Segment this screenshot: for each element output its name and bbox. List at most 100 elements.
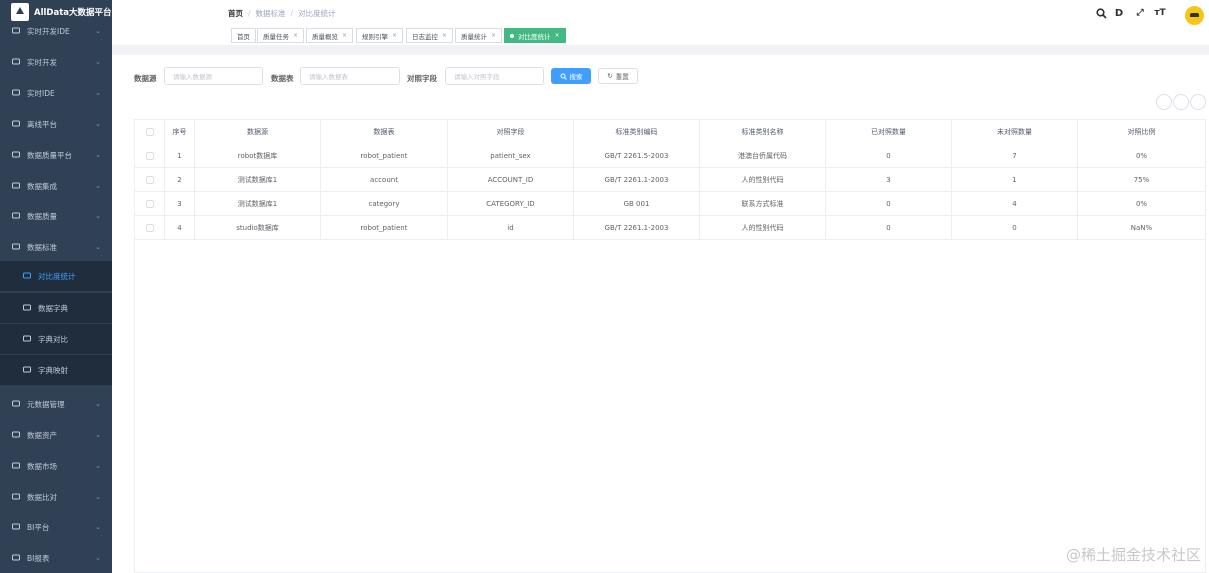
table-cell: 0 bbox=[952, 216, 1078, 240]
sidebar-item[interactable]: 实时IDE ⌄ bbox=[0, 78, 112, 108]
tag[interactable]: 质量任务 × bbox=[257, 28, 305, 43]
sidebar-item[interactable]: 元数据管理 ⌄ bbox=[0, 389, 112, 419]
column-header[interactable]: 标准类别名称 bbox=[700, 120, 826, 144]
sidebar-item-label: 字典对比 bbox=[38, 334, 68, 344]
checkbox-cell bbox=[135, 120, 165, 144]
chevron-down-icon: ⌄ bbox=[95, 523, 101, 531]
sidebar-item[interactable]: 字典对比 bbox=[0, 324, 112, 354]
tag-label: 日志监控 bbox=[412, 32, 438, 41]
sidebar-item[interactable]: 字典映射 bbox=[0, 355, 112, 385]
sidebar-item-label: 实时开发IDE bbox=[27, 26, 70, 36]
row-checkbox[interactable] bbox=[145, 200, 154, 208]
table-cell: 联系方式标准 bbox=[700, 192, 826, 216]
row-checkbox[interactable] bbox=[145, 224, 154, 232]
sidebar-item[interactable]: 数据质量平台 ⌄ bbox=[0, 140, 112, 170]
sidebar-item[interactable]: 数据市场 ⌄ bbox=[0, 451, 112, 481]
table-cell: account bbox=[321, 168, 448, 192]
watermark: @稀土掘金技术社区 bbox=[1065, 546, 1201, 564]
chevron-down-icon: ⌄ bbox=[95, 120, 101, 128]
table-cell: 0 bbox=[826, 144, 952, 168]
chevron-down-icon: ⌄ bbox=[95, 243, 101, 251]
checkbox-cell bbox=[135, 168, 165, 192]
sidebar-item-label: 数据标准 bbox=[27, 242, 57, 252]
hide-search-button[interactable] bbox=[1156, 94, 1172, 110]
sidebar-item-label: 实时IDE bbox=[27, 88, 55, 98]
sidebar-icon bbox=[11, 400, 20, 409]
table-cell: 7 bbox=[952, 144, 1078, 168]
row-checkbox[interactable] bbox=[145, 152, 154, 160]
table-row: 1 robot数据库 robot_patient patient_sex GB/T 22… bbox=[135, 144, 1205, 168]
column-header[interactable]: 对照字段 bbox=[448, 120, 574, 144]
field-input[interactable]: 请输入对照字段 bbox=[445, 67, 544, 85]
sidebar-item[interactable]: 数据比对 ⌄ bbox=[0, 482, 112, 512]
fullscreen-icon[interactable]: ⤢ bbox=[1134, 7, 1146, 19]
sidebar-item[interactable]: 对比度统计 bbox=[0, 261, 112, 291]
columns-button[interactable] bbox=[1190, 94, 1206, 110]
search-button[interactable]: 搜索 bbox=[551, 68, 591, 84]
chevron-down-icon: ⌄ bbox=[95, 89, 101, 97]
sidebar-icon bbox=[11, 89, 20, 98]
sidebar-item[interactable]: BI报表 ⌄ bbox=[0, 543, 112, 573]
sidebar-item[interactable]: 数据字典 bbox=[0, 293, 112, 323]
column-header[interactable]: 数据源 bbox=[195, 120, 321, 144]
close-icon[interactable]: × bbox=[555, 32, 560, 39]
font-size-icon[interactable]: тT bbox=[1154, 7, 1166, 19]
sidebar-item[interactable]: 数据质量 ⌄ bbox=[0, 201, 112, 231]
tag[interactable]: 首页 bbox=[231, 28, 256, 43]
column-header[interactable]: 已对照数量 bbox=[826, 120, 952, 144]
select-all-checkbox[interactable] bbox=[145, 128, 154, 136]
close-icon[interactable]: × bbox=[442, 32, 447, 39]
close-icon[interactable]: × bbox=[491, 32, 496, 39]
search-icon[interactable] bbox=[1095, 7, 1107, 19]
breadcrumb-home[interactable]: 首页 bbox=[228, 9, 243, 18]
document-icon[interactable]: D bbox=[1113, 7, 1125, 19]
refresh-button[interactable] bbox=[1173, 94, 1189, 110]
reset-button[interactable]: ↻ 重置 bbox=[598, 68, 638, 84]
close-icon[interactable]: × bbox=[342, 32, 347, 39]
sidebar-item-label: 数据市场 bbox=[27, 461, 57, 471]
tag[interactable]: 质量统计 × bbox=[455, 28, 503, 43]
row-checkbox[interactable] bbox=[145, 176, 154, 184]
column-header[interactable]: 序号 bbox=[165, 120, 195, 144]
column-header[interactable]: 数据表 bbox=[321, 120, 448, 144]
sidebar-icon bbox=[11, 243, 20, 252]
table-input[interactable]: 请输入数据表 bbox=[300, 67, 400, 85]
tag[interactable]: 日志监控 × bbox=[406, 28, 454, 43]
sidebar-item-label: 数据资产 bbox=[27, 430, 57, 440]
sidebar-item[interactable]: 数据集成 ⌄ bbox=[0, 171, 112, 201]
datasource-input[interactable]: 请输入数据源 bbox=[164, 67, 263, 85]
sidebar-icon bbox=[11, 493, 20, 502]
table-cell: robot_patient bbox=[321, 144, 448, 168]
main-content: 数据源 请输入数据源 数据表 请输入数据表 对照字段 请输入对照字段 搜索 ↻ … bbox=[112, 55, 1209, 573]
tag-label: 质量任务 bbox=[263, 32, 289, 41]
avatar[interactable] bbox=[1185, 6, 1204, 25]
sidebar-icon bbox=[11, 120, 20, 129]
sidebar-icon bbox=[11, 212, 20, 221]
sidebar-icon bbox=[11, 462, 20, 471]
table-cell: robot_patient bbox=[321, 216, 448, 240]
sidebar: AllData大数据平台 实时开发IDE ⌄ 实时开发 ⌄ 实时IDE ⌄ 离线平台 ⌄ 数据质… bbox=[0, 0, 112, 573]
tag[interactable]: 规则引擎 × bbox=[356, 28, 404, 43]
sidebar-icon bbox=[11, 431, 20, 440]
column-header[interactable]: 对照比例 bbox=[1078, 120, 1205, 144]
column-header[interactable]: 未对照数量 bbox=[952, 120, 1078, 144]
sidebar-item[interactable]: BI平台 ⌄ bbox=[0, 512, 112, 542]
sidebar-item[interactable]: 实时开发IDE ⌄ bbox=[0, 16, 112, 46]
table-cell: 4 bbox=[165, 216, 195, 240]
navbar: 首页 / 数据标准 / 对比度统计 D ⤢ тT bbox=[112, 0, 1209, 27]
sidebar-item[interactable]: 数据标准 ⌄ bbox=[0, 232, 112, 262]
field-label: 对照字段 bbox=[407, 74, 437, 83]
sidebar-item[interactable]: 离线平台 ⌄ bbox=[0, 109, 112, 139]
column-header[interactable]: 标准类别编码 bbox=[574, 120, 700, 144]
tag[interactable]: 对比度统计 × bbox=[504, 28, 566, 43]
breadcrumb-level1[interactable]: 数据标准 bbox=[256, 9, 286, 18]
table-cell: 3 bbox=[165, 192, 195, 216]
table-cell: 75% bbox=[1133, 176, 1150, 184]
sidebar-item[interactable]: 实时开发 ⌄ bbox=[0, 47, 112, 77]
chevron-down-icon: ⌄ bbox=[95, 400, 101, 408]
close-icon[interactable]: × bbox=[392, 32, 397, 39]
close-icon[interactable]: × bbox=[293, 32, 298, 39]
sidebar-item[interactable]: 数据资产 ⌄ bbox=[0, 420, 112, 450]
tag[interactable]: 质量概览 × bbox=[306, 28, 354, 43]
chevron-down-icon: ⌄ bbox=[95, 493, 101, 501]
